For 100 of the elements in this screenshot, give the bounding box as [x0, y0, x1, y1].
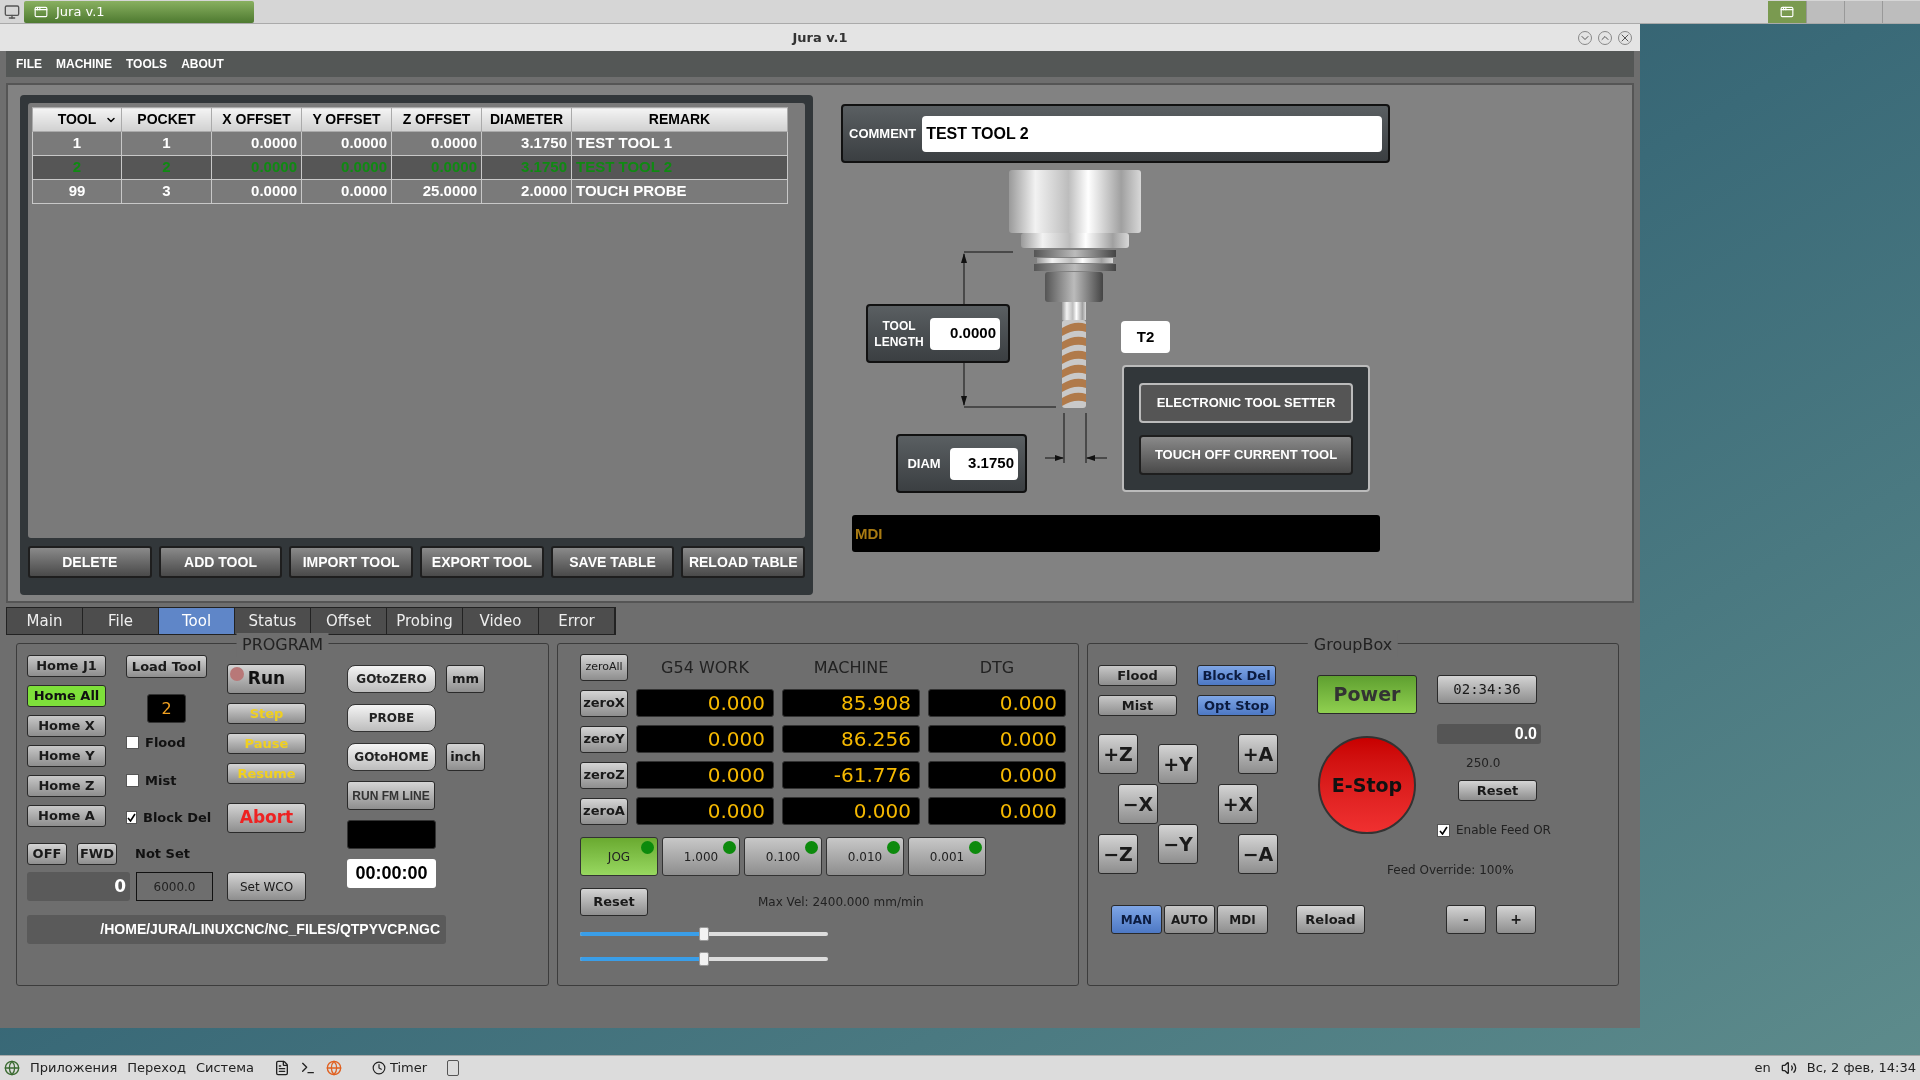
checkbox[interactable]	[126, 773, 139, 787]
tab[interactable]: Status	[235, 608, 311, 634]
column-header[interactable]: Y OFFSET	[301, 107, 392, 132]
volume-icon[interactable]	[1780, 1060, 1797, 1076]
coolant-toggle-button[interactable]: Mist	[1098, 695, 1177, 716]
panel-menu[interactable]: Система	[195, 1058, 254, 1078]
axis-jog-button[interactable]: +Y	[1158, 744, 1198, 784]
tab[interactable]: Video	[463, 608, 539, 634]
increase-button[interactable]: +	[1496, 905, 1536, 934]
browser-icon[interactable]	[325, 1060, 342, 1076]
zero-axis-button[interactable]: zeroY	[580, 725, 628, 753]
table-action-button[interactable]: RELOAD TABLE	[681, 546, 806, 578]
jog-increment-button[interactable]: 0.100	[744, 837, 822, 876]
diameter-value[interactable]: 3.1750	[950, 447, 1018, 480]
text-editor-icon[interactable]	[273, 1060, 290, 1076]
column-header[interactable]: Z OFFSET	[391, 107, 482, 132]
timer-applet[interactable]: Timer	[371, 1058, 428, 1078]
home-button[interactable]: Home Y	[27, 745, 106, 767]
slider-thumb[interactable]	[699, 952, 709, 966]
home-button[interactable]: Home Z	[27, 775, 106, 797]
zero-all-button[interactable]: zeroAll	[580, 654, 628, 681]
jog-increment-button[interactable]: 1.000	[662, 837, 740, 876]
axis-jog-button[interactable]: +X	[1218, 784, 1258, 824]
table-action-button[interactable]: ADD TOOL	[158, 546, 283, 578]
applications-menu-icon[interactable]	[4, 1060, 20, 1076]
checkbox[interactable]	[126, 736, 139, 750]
tab[interactable]: Offset	[311, 608, 387, 634]
column-header[interactable]: X OFFSET	[211, 107, 302, 132]
axis-jog-button[interactable]: −A	[1238, 834, 1278, 874]
table-action-button[interactable]: DELETE	[28, 546, 152, 578]
mode-button[interactable]: MAN	[1111, 905, 1162, 934]
workspace-switcher-icon[interactable]	[1768, 0, 1806, 23]
tab[interactable]: Error	[539, 608, 615, 634]
jog-increment-button[interactable]: JOG	[580, 837, 658, 876]
axis-jog-button[interactable]: −Y	[1158, 824, 1198, 864]
workspace-switcher-slot[interactable]	[1806, 0, 1844, 23]
reset-button[interactable]: Reset	[1458, 780, 1537, 801]
home-button[interactable]: Home J1	[27, 655, 106, 677]
home-button[interactable]: Home X	[27, 715, 106, 737]
axis-jog-button[interactable]: +Z	[1098, 734, 1138, 774]
mode-button[interactable]: AUTO	[1164, 905, 1215, 934]
emergency-stop-button[interactable]: E-Stop	[1318, 736, 1416, 834]
reset-button[interactable]: Reset	[580, 888, 648, 916]
jog-speed-slider[interactable]	[580, 952, 828, 966]
axis-jog-button[interactable]: −Z	[1098, 834, 1138, 874]
checkbox[interactable]	[126, 811, 137, 825]
reload-button[interactable]: Reload	[1296, 905, 1365, 934]
zero-axis-button[interactable]: zeroZ	[580, 761, 628, 789]
column-header[interactable]: DIAMETER	[481, 107, 572, 132]
table-action-button[interactable]: SAVE TABLE	[550, 546, 675, 578]
coolant-toggle-button[interactable]: Opt Stop	[1197, 695, 1276, 716]
tool-setter-button[interactable]: TOUCH OFF CURRENT TOOL	[1139, 434, 1353, 475]
tab[interactable]: Main	[7, 608, 83, 634]
set-wco-button[interactable]: Set WCO	[227, 872, 306, 901]
jog-increment-button[interactable]: 0.010	[826, 837, 904, 876]
menu-item[interactable]: TOOLS	[126, 55, 168, 73]
workspace-switcher-slot[interactable]	[1882, 0, 1920, 23]
goto-button[interactable]: GOtoHOME	[347, 742, 436, 771]
axis-jog-button[interactable]: −X	[1118, 784, 1158, 824]
desktop-icon[interactable]	[4, 3, 20, 20]
load-tool-button[interactable]: Load Tool	[126, 655, 207, 678]
program-button[interactable]: Run	[227, 664, 306, 694]
coolant-toggle-button[interactable]: Block Del	[1197, 665, 1276, 686]
menu-item[interactable]: MACHINE	[56, 55, 112, 73]
terminal-icon[interactable]	[299, 1060, 316, 1076]
column-header[interactable]: POCKET	[121, 107, 212, 132]
panel-menu[interactable]: Приложения	[30, 1058, 118, 1078]
tool-length-value[interactable]: 0.0000	[930, 317, 1000, 350]
menu-item[interactable]: ABOUT	[181, 55, 224, 73]
decrease-button[interactable]: -	[1446, 905, 1486, 934]
goto-button[interactable]: PROBE	[347, 703, 436, 732]
tab[interactable]: Tool	[159, 608, 235, 634]
mdi-input-field[interactable]: MDI	[852, 515, 1380, 552]
zero-axis-button[interactable]: zeroX	[580, 689, 628, 717]
keyboard-layout[interactable]: en	[1754, 1058, 1771, 1078]
taskbar-window-button[interactable]: Jura v.1	[24, 0, 254, 23]
unit-button[interactable]: mm	[446, 664, 485, 693]
workspace-switcher-slot[interactable]	[1844, 0, 1882, 23]
run-from-line-button[interactable]: RUN FM LINE	[347, 781, 435, 810]
tab[interactable]: Probing	[387, 608, 463, 634]
slider-thumb[interactable]	[699, 927, 709, 941]
goto-button[interactable]: GOtoZERO	[347, 664, 436, 693]
axis-jog-button[interactable]: +A	[1238, 734, 1278, 774]
zero-axis-button[interactable]: zeroA	[580, 797, 628, 825]
table-action-button[interactable]: IMPORT TOOL	[289, 546, 413, 578]
column-header[interactable]: TOOL	[32, 107, 122, 132]
mode-button[interactable]: MDI	[1217, 905, 1268, 934]
coolant-toggle-button[interactable]: Flood	[1098, 665, 1177, 686]
comment-field[interactable]: COMMENT TEST TOOL 2	[841, 104, 1390, 163]
jog-increment-button[interactable]: 0.001	[908, 837, 986, 876]
table-action-button[interactable]: EXPORT TOOL	[420, 546, 544, 578]
menu-item[interactable]: FILE	[16, 55, 42, 73]
panel-menu[interactable]: Переход	[127, 1058, 186, 1078]
jog-speed-slider[interactable]	[580, 927, 828, 941]
spindle-button[interactable]: FWD	[77, 843, 117, 865]
show-desktop-icon[interactable]	[447, 1060, 460, 1076]
tool-setter-button[interactable]: ELECTRONIC TOOL SETTER	[1139, 382, 1353, 423]
home-button[interactable]: Home A	[27, 805, 106, 827]
tab[interactable]: File	[83, 608, 159, 634]
unit-button[interactable]: inch	[446, 742, 485, 771]
